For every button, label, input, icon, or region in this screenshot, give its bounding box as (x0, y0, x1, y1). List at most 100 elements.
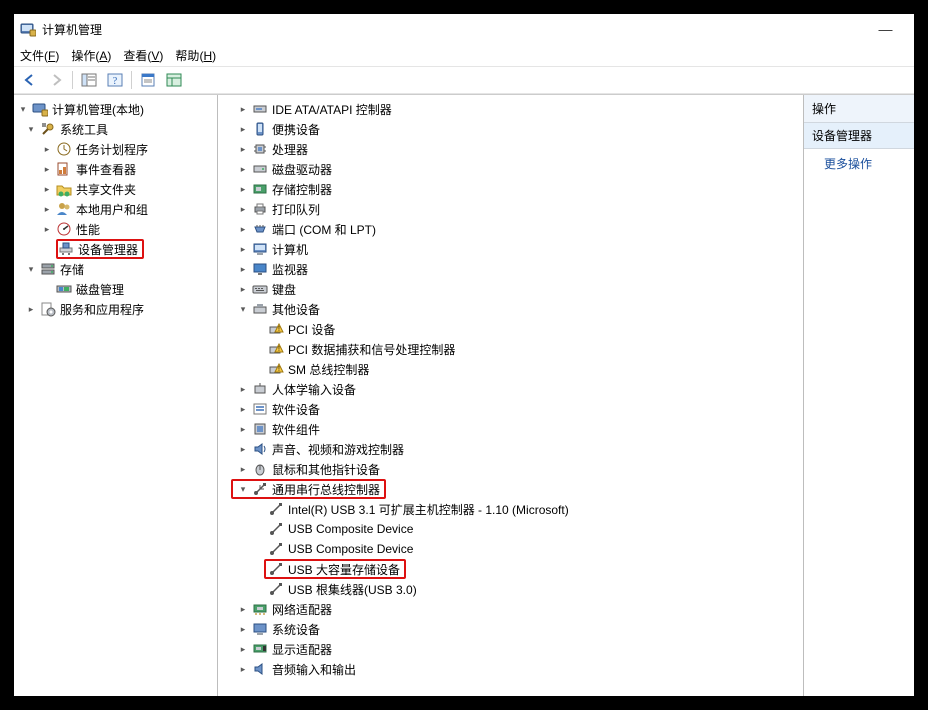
menu-view[interactable]: 查看(V) (123, 47, 163, 64)
expand-icon[interactable]: ▸ (40, 202, 54, 216)
expand-icon[interactable]: ▸ (236, 262, 250, 276)
expand-icon[interactable]: ▸ (40, 142, 54, 156)
expand-icon[interactable]: ▸ (40, 222, 54, 236)
expand-icon[interactable]: ▸ (236, 662, 250, 676)
expand-icon[interactable]: ▸ (236, 382, 250, 396)
software-component-icon (252, 421, 268, 437)
menu-help[interactable]: 帮助(H) (175, 47, 216, 64)
dev-usb-controllers[interactable]: ▾ 通用串行总线控制器 (218, 479, 803, 499)
expand-icon[interactable]: ▸ (236, 102, 250, 116)
expand-icon[interactable]: ▸ (236, 602, 250, 616)
tree-system-tools[interactable]: ▾ 系统工具 (14, 119, 217, 139)
expand-icon[interactable]: ▸ (236, 242, 250, 256)
dev-network[interactable]: ▸网络适配器 (218, 599, 803, 619)
expand-icon[interactable]: ▸ (40, 182, 54, 196)
network-icon (252, 601, 268, 617)
dev-mouse[interactable]: ▸鼠标和其他指针设备 (218, 459, 803, 479)
tree-item-label: 本地用户和组 (76, 201, 148, 218)
tree-task-scheduler[interactable]: ▸ 任务计划程序 (14, 139, 217, 159)
menu-file[interactable]: 文件(F) (20, 47, 59, 64)
dev-monitor[interactable]: ▸监视器 (218, 259, 803, 279)
dev-other-sm[interactable]: !SM 总线控制器 (218, 359, 803, 379)
dev-printq[interactable]: ▸ 打印队列 (218, 199, 803, 219)
tree-local-users[interactable]: ▸ 本地用户和组 (14, 199, 217, 219)
expand-icon[interactable]: ▾ (236, 482, 250, 496)
dev-usb-roothub[interactable]: USB 根集线器(USB 3.0) (218, 579, 803, 599)
dev-other-pci[interactable]: !PCI 设备 (218, 319, 803, 339)
highlight-box: USB 大容量存储设备 (264, 559, 406, 579)
expand-icon[interactable]: ▸ (236, 402, 250, 416)
expand-icon[interactable]: ▾ (16, 102, 30, 116)
expand-icon[interactable]: ▾ (24, 122, 38, 136)
tree-item-label: USB 大容量存储设备 (288, 561, 400, 578)
dev-other[interactable]: ▾其他设备 (218, 299, 803, 319)
forward-button[interactable] (44, 69, 68, 91)
expand-icon[interactable]: ▸ (236, 642, 250, 656)
dev-usb-composite-1[interactable]: USB Composite Device (218, 519, 803, 539)
expand-icon[interactable]: ▸ (236, 282, 250, 296)
tree-event-viewer[interactable]: ▸ 事件查看器 (14, 159, 217, 179)
tree-item-label: 打印队列 (272, 201, 320, 218)
expand-icon[interactable]: ▸ (236, 162, 250, 176)
minimize-button[interactable]: — (863, 14, 908, 44)
scope-pane[interactable]: ▾ 计算机管理(本地) ▾ 系统工具 ▸ 任务计划 (14, 95, 218, 696)
expand-icon[interactable]: ▸ (236, 422, 250, 436)
dev-software-devices[interactable]: ▸软件设备 (218, 399, 803, 419)
dev-ports[interactable]: ▸端口 (COM 和 LPT) (218, 219, 803, 239)
expand-icon[interactable]: ▸ (236, 622, 250, 636)
dev-software-components[interactable]: ▸软件组件 (218, 419, 803, 439)
tree-item-label: 设备管理器 (78, 241, 138, 258)
port-icon (252, 221, 268, 237)
tree-storage[interactable]: ▾ 存储 (14, 259, 217, 279)
expand-icon[interactable]: ▸ (40, 162, 54, 176)
tree-services-apps[interactable]: ▸ 服务和应用程序 (14, 299, 217, 319)
properties-button[interactable] (136, 69, 160, 91)
dev-usb-composite-2[interactable]: USB Composite Device (218, 539, 803, 559)
show-hide-tree-button[interactable] (77, 69, 101, 91)
tree-disk-mgmt[interactable]: ▸ 磁盘管理 (14, 279, 217, 299)
tree-device-manager[interactable]: ▸ 设备管理器 (14, 239, 217, 259)
dev-sound[interactable]: ▸声音、视频和游戏控制器 (218, 439, 803, 459)
expand-icon[interactable]: ▸ (236, 442, 250, 456)
dev-portable[interactable]: ▸ 便携设备 (218, 119, 803, 139)
dev-ide[interactable]: ▸IDE ATA/ATAPI 控制器 (218, 99, 803, 119)
expand-icon[interactable]: ▸ (236, 202, 250, 216)
expand-icon[interactable]: ▸ (236, 182, 250, 196)
dev-cpu[interactable]: ▸处理器 (218, 139, 803, 159)
dev-usb-mass-storage[interactable]: USB 大容量存储设备 (218, 559, 803, 579)
usb-icon (268, 501, 284, 517)
expand-icon[interactable]: ▸ (236, 222, 250, 236)
actions-more[interactable]: 更多操作 (804, 149, 914, 178)
help-button[interactable]: ? (103, 69, 127, 91)
dev-audio-io[interactable]: ▸音频输入和输出 (218, 659, 803, 679)
expand-icon[interactable]: ▸ (236, 462, 250, 476)
dev-hid[interactable]: ▸人体学输入设备 (218, 379, 803, 399)
tree-performance[interactable]: ▸ 性能 (14, 219, 217, 239)
users-icon (56, 201, 72, 217)
dev-keyboard[interactable]: ▸键盘 (218, 279, 803, 299)
expand-icon[interactable]: ▾ (24, 262, 38, 276)
expand-icon[interactable]: ▾ (236, 302, 250, 316)
warning-device-icon: ! (268, 341, 284, 357)
tree-item-label: 便携设备 (272, 121, 320, 138)
tree-item-label: 系统工具 (60, 121, 108, 138)
tree-item-label: 计算机 (272, 241, 308, 258)
result-pane[interactable]: ▸IDE ATA/ATAPI 控制器 ▸ 便携设备 ▸处理器 ▸磁盘驱动器 ▸存储… (218, 95, 804, 696)
dev-system[interactable]: ▸系统设备 (218, 619, 803, 639)
menu-action[interactable]: 操作(A) (71, 47, 111, 64)
dev-computer[interactable]: ▸ 计算机 (218, 239, 803, 259)
view-mode-button[interactable] (162, 69, 186, 91)
tree-shared-folders[interactable]: ▸ 共享文件夹 (14, 179, 217, 199)
dev-display[interactable]: ▸显示适配器 (218, 639, 803, 659)
expand-icon[interactable]: ▸ (236, 142, 250, 156)
expand-icon[interactable]: ▸ (236, 122, 250, 136)
tree-root[interactable]: ▾ 计算机管理(本地) (14, 99, 217, 119)
svg-text:!: ! (278, 326, 280, 333)
dev-usb-intel[interactable]: Intel(R) USB 3.1 可扩展主机控制器 - 1.10 (Micros… (218, 499, 803, 519)
expand-icon[interactable]: ▸ (24, 302, 38, 316)
dev-storagectrl[interactable]: ▸存储控制器 (218, 179, 803, 199)
dev-other-pci-sig[interactable]: !PCI 数据捕获和信号处理控制器 (218, 339, 803, 359)
dev-diskdrives[interactable]: ▸磁盘驱动器 (218, 159, 803, 179)
back-button[interactable] (18, 69, 42, 91)
content-area: ▾ 计算机管理(本地) ▾ 系统工具 ▸ 任务计划 (14, 94, 914, 696)
